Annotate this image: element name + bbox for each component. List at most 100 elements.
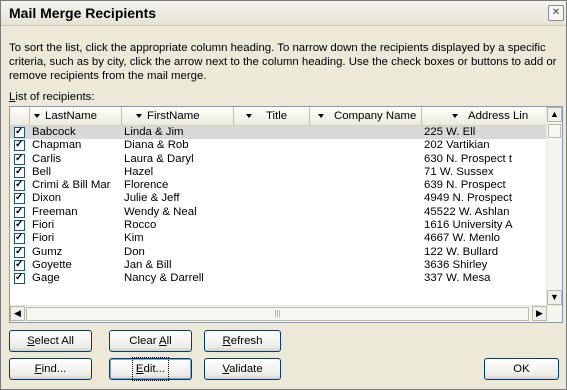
- vertical-scrollbar[interactable]: ▲ ▼: [546, 107, 562, 305]
- cell-company: [312, 153, 420, 166]
- column-header-label: Address Lin: [468, 110, 529, 122]
- cell-address: 71 W. Sussex: [424, 165, 494, 178]
- cell-first: Jan & Bill: [124, 258, 172, 271]
- cell-company: [312, 126, 420, 139]
- cell-address: 4949 N. Prospect: [424, 192, 513, 205]
- table-row[interactable]: Fiori Kim 4667 W. Menlo: [10, 231, 546, 245]
- filter-dropdown-icon[interactable]: [34, 113, 40, 118]
- cell-last: Carlis: [32, 152, 62, 165]
- button-label-rest: elect All: [34, 335, 74, 347]
- table-row[interactable]: Babcock Linda & Jim 225 W. Ell: [10, 125, 546, 140]
- include-checkbox[interactable]: [14, 258, 25, 272]
- cell-company: [312, 272, 420, 285]
- cell-title: [236, 153, 308, 166]
- include-checkbox[interactable]: [14, 138, 25, 152]
- checkbox-column-header: [10, 107, 30, 125]
- column-header-firstname[interactable]: FirstName: [122, 107, 234, 125]
- scroll-left-icon[interactable]: ◀: [10, 306, 25, 321]
- button-label-rest: efresh: [230, 335, 263, 347]
- cell-first: Wendy & Neal: [124, 205, 197, 218]
- column-header-label: Title: [266, 110, 288, 122]
- mnemonic-char: S: [27, 335, 35, 347]
- recipient-rows: Babcock Linda & Jim 225 W. Ell Chapman Diana…: [10, 125, 546, 286]
- horizontal-scrollbar[interactable]: ◀ ||| ▶: [10, 305, 562, 322]
- filter-dropdown-icon[interactable]: [452, 113, 458, 118]
- include-checkbox[interactable]: [14, 178, 25, 192]
- validate-button[interactable]: Validate: [204, 358, 281, 380]
- column-header-row: LastName FirstName Title Company Name Ad…: [10, 107, 546, 126]
- filter-dropdown-icon[interactable]: [136, 113, 142, 118]
- column-header-lastname[interactable]: LastName: [30, 107, 122, 125]
- scroll-down-icon[interactable]: ▼: [547, 290, 562, 305]
- cell-address: 45522 W. Ashlan: [424, 205, 510, 218]
- mail-merge-recipients-dialog: Mail Merge Recipients ✕ To sort the list…: [0, 0, 567, 390]
- cell-company: [312, 259, 420, 272]
- cell-company: [312, 166, 420, 179]
- scroll-right-icon[interactable]: ▶: [532, 306, 547, 321]
- table-row[interactable]: Freeman Wendy & Neal 45522 W. Ashlan: [10, 205, 546, 219]
- title-bar[interactable]: Mail Merge Recipients ✕: [1, 1, 566, 26]
- cell-address: 639 N. Prospect: [424, 179, 506, 192]
- cell-last: Babcock: [32, 126, 76, 138]
- cell-first: Kim: [124, 232, 144, 245]
- table-row[interactable]: Fiori Rocco 1616 University A: [10, 218, 546, 232]
- cell-title: [236, 166, 308, 179]
- include-checkbox[interactable]: [14, 245, 25, 259]
- include-checkbox[interactable]: [14, 205, 25, 219]
- clear-all-button[interactable]: Clear All: [109, 330, 192, 352]
- table-row[interactable]: Carlis Laura & Daryl 630 N. Prospect t: [10, 152, 546, 166]
- column-header-label: LastName: [45, 110, 97, 122]
- edit-button[interactable]: Edit...: [109, 357, 192, 381]
- mnemonic-char: R: [222, 335, 231, 347]
- table-row[interactable]: Crimi & Bill Mar Florence 639 N. Prospect: [10, 178, 546, 192]
- include-checkbox[interactable]: [14, 218, 25, 232]
- cell-first: Hazel: [124, 165, 154, 178]
- scroll-up-icon[interactable]: ▲: [547, 107, 562, 122]
- find-button[interactable]: Find...: [9, 358, 92, 380]
- cell-company: [312, 206, 420, 219]
- ok-button[interactable]: OK: [484, 358, 559, 380]
- cell-title: [236, 126, 308, 139]
- cell-company: [312, 139, 420, 152]
- column-header-title[interactable]: Title: [234, 107, 310, 125]
- table-row[interactable]: Chapman Diana & Rob 202 Vartikian: [10, 138, 546, 152]
- vertical-scroll-thumb[interactable]: [548, 124, 561, 138]
- table-row[interactable]: Dixon Julie & Jeff 4949 N. Prospect: [10, 191, 546, 205]
- include-checkbox[interactable]: [14, 191, 25, 205]
- instructions-text: To sort the list, click the appropriate …: [9, 42, 557, 82]
- filter-dropdown-icon[interactable]: [318, 113, 324, 118]
- button-label-rest: dit...: [143, 363, 166, 375]
- close-icon[interactable]: ✕: [548, 5, 564, 21]
- refresh-button[interactable]: Refresh: [204, 330, 281, 352]
- cell-last: Goyette: [32, 258, 72, 271]
- dialog-title: Mail Merge Recipients: [9, 5, 157, 21]
- cell-last: Fiori: [32, 219, 55, 232]
- mnemonic-char: E: [135, 363, 144, 375]
- cell-company: [312, 232, 420, 245]
- include-checkbox[interactable]: [14, 165, 25, 179]
- cell-title: [236, 246, 308, 259]
- table-row[interactable]: Goyette Jan & Bill 3636 Shirley: [10, 258, 546, 272]
- cell-address: 202 Vartikian: [424, 139, 490, 152]
- include-checkbox[interactable]: [14, 271, 25, 285]
- cell-first: Nancy & Darrell: [124, 272, 204, 285]
- cell-address: 4667 W. Menlo: [424, 232, 500, 245]
- include-checkbox[interactable]: [14, 231, 25, 245]
- include-checkbox[interactable]: [14, 125, 25, 139]
- cell-title: [236, 179, 308, 192]
- horizontal-scroll-thumb[interactable]: |||: [26, 307, 529, 321]
- table-row[interactable]: Gumz Don 122 W. Bullard: [10, 245, 546, 259]
- include-checkbox[interactable]: [14, 152, 25, 166]
- cell-last: Dixon: [32, 192, 62, 205]
- table-row[interactable]: Gage Nancy & Darrell 337 W. Mesa: [10, 271, 546, 285]
- column-header-address-line[interactable]: Address Lin: [422, 107, 546, 125]
- select-all-button[interactable]: Select All: [9, 330, 92, 352]
- cell-last: Fiori: [32, 232, 55, 245]
- recipients-list[interactable]: LastName FirstName Title Company Name Ad…: [9, 106, 563, 323]
- label-text: ist of recipients:: [15, 91, 95, 103]
- column-header-company-name[interactable]: Company Name: [310, 107, 422, 125]
- table-row[interactable]: Bell Hazel 71 W. Sussex: [10, 165, 546, 179]
- cell-first: Julie & Jeff: [124, 192, 180, 205]
- cell-title: [236, 259, 308, 272]
- filter-dropdown-icon[interactable]: [246, 113, 252, 118]
